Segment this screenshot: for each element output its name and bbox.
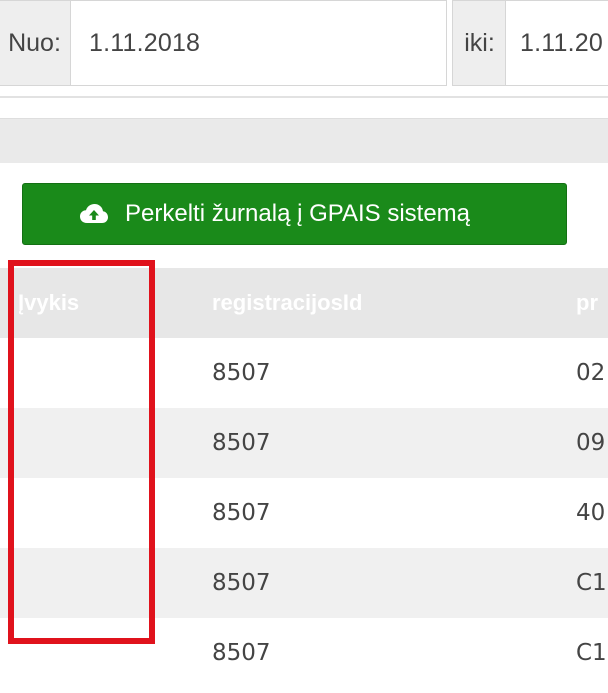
registration-id-cell: 8507 — [212, 570, 271, 596]
to-label: iki: — [452, 0, 506, 86]
to-date-input[interactable] — [505, 0, 608, 86]
table-row[interactable]: 8507 C1 — [0, 618, 608, 688]
registration-id-cell: 8507 — [212, 430, 271, 456]
event-cell — [18, 548, 148, 618]
registration-id-cell: 8507 — [212, 500, 271, 526]
event-cell — [18, 338, 148, 408]
pr-cell: C1 — [576, 570, 607, 596]
event-cell — [18, 408, 148, 478]
table-header: Įvykis registracijosId pr — [0, 268, 608, 338]
table-row[interactable]: 8507 09 — [0, 408, 608, 478]
event-cell — [18, 478, 148, 548]
column-header-registration-id[interactable]: registracijosId — [212, 268, 552, 338]
date-filter: Nuo: iki: — [0, 0, 608, 87]
divider — [0, 96, 608, 98]
toolbar-band — [0, 118, 608, 163]
column-header-pr[interactable]: pr — [576, 268, 608, 338]
from-date-input[interactable] — [70, 0, 447, 86]
cloud-upload-icon — [79, 199, 109, 229]
registration-id-cell: 8507 — [212, 640, 271, 666]
event-cell — [18, 618, 148, 688]
pr-cell: 40 — [576, 500, 606, 526]
pr-cell: 02 — [576, 360, 606, 386]
transfer-to-gpais-button[interactable]: Perkelti žurnalą į GPAIS sistemą — [22, 183, 567, 245]
table-row[interactable]: 8507 C1 — [0, 548, 608, 618]
registration-id-cell: 8507 — [212, 360, 271, 386]
column-header-event[interactable]: Įvykis — [18, 268, 148, 338]
from-label: Nuo: — [0, 0, 70, 86]
table-row[interactable]: 8507 02 — [0, 338, 608, 408]
table-row[interactable]: 8507 40 — [0, 478, 608, 548]
pr-cell: 09 — [576, 430, 606, 456]
transfer-to-gpais-label: Perkelti žurnalą į GPAIS sistemą — [125, 200, 471, 227]
page: Nuo: iki: Perkelti žurnalą į GPAIS siste… — [0, 0, 608, 693]
pr-cell: C1 — [576, 640, 607, 666]
